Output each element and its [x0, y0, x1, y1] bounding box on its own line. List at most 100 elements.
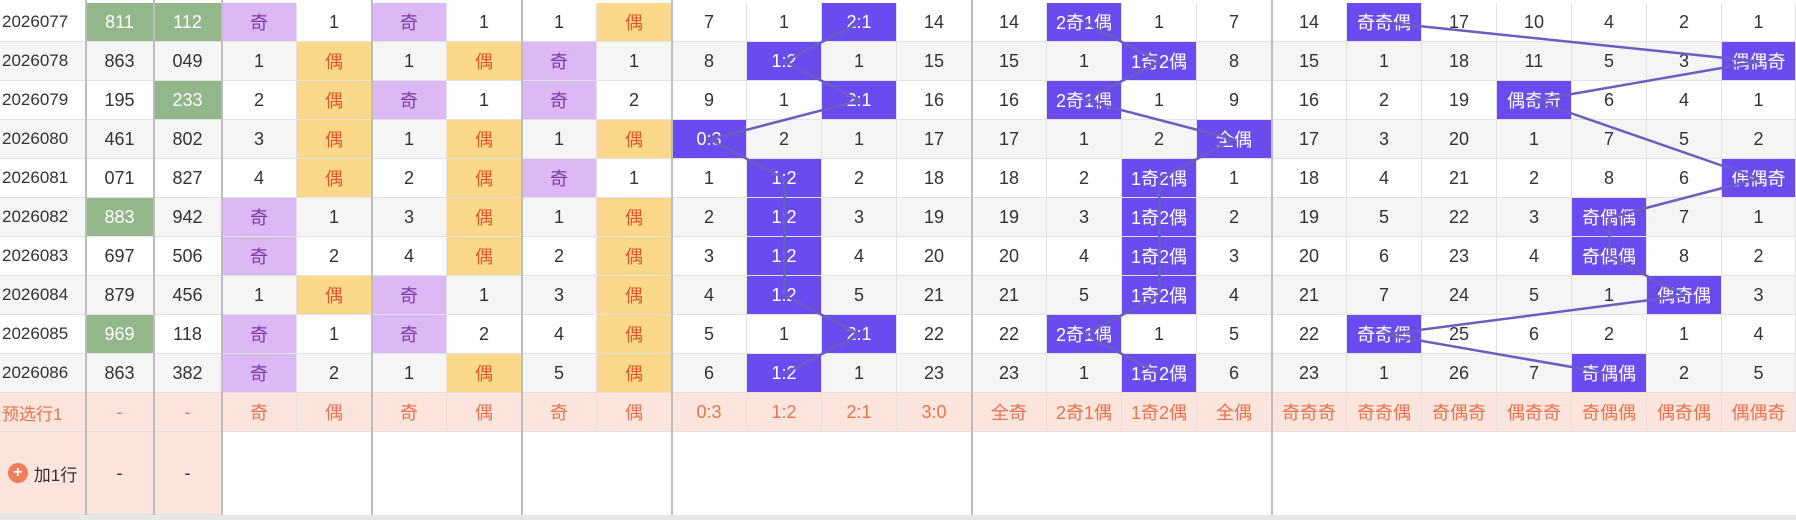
preselect-option[interactable]: 1:2	[747, 393, 822, 432]
hit-cell: 1:2	[747, 159, 822, 198]
parity-cell: 偶	[597, 237, 672, 276]
miss-count-cell: 4	[372, 237, 447, 276]
group-separator	[85, 0, 87, 515]
preselect-option[interactable]: 全奇	[972, 393, 1047, 432]
miss-count-cell: 2	[1572, 315, 1647, 354]
preselect-option[interactable]: 2奇1偶	[1047, 393, 1122, 432]
miss-count-cell: 3	[1347, 120, 1422, 159]
preselect-option[interactable]: 偶	[297, 393, 372, 432]
miss-count-cell: 7	[1647, 198, 1722, 237]
miss-count-cell: 3	[822, 198, 897, 237]
miss-count-cell: 19	[897, 198, 972, 237]
miss-count-cell: 11	[1497, 42, 1572, 81]
preselect-option[interactable]: 奇偶奇	[1422, 393, 1497, 432]
test-number-cell: 942	[154, 198, 222, 237]
miss-count-cell: 1	[1497, 120, 1572, 159]
parity-cell: 偶	[447, 159, 522, 198]
trend-table: 2026077 811 112 奇 1 奇 1 1 偶 7 1 2:1 14 14 2奇1偶 1 7 14 奇奇偶 1…	[0, 0, 1796, 520]
hit-cell: 偶奇偶	[1647, 276, 1722, 315]
miss-count-cell: 17	[1422, 3, 1497, 42]
period-cell: 2026085	[0, 315, 86, 354]
miss-count-cell: 2	[297, 237, 372, 276]
prize-number-cell: 879	[86, 276, 154, 315]
miss-count-cell: 3	[222, 120, 297, 159]
miss-count-cell: 2	[822, 159, 897, 198]
prize-number-cell: 461	[86, 120, 154, 159]
preselect-option[interactable]: 全偶	[1197, 393, 1272, 432]
miss-count-cell: 9	[672, 81, 747, 120]
group-separator	[371, 0, 373, 515]
parity-cell: 奇	[522, 42, 597, 81]
preselect-option[interactable]: 0:3	[672, 393, 747, 432]
miss-count-cell: 5	[822, 276, 897, 315]
miss-count-cell: 1	[1122, 315, 1197, 354]
parity-cell: 偶	[297, 159, 372, 198]
miss-count-cell: 22	[972, 315, 1047, 354]
miss-count-cell: 21	[897, 276, 972, 315]
miss-count-cell: 7	[1572, 120, 1647, 159]
miss-count-cell: 5	[522, 354, 597, 393]
preselect-option[interactable]: 偶偶奇	[1722, 393, 1796, 432]
preselect-option[interactable]: 奇奇奇	[1272, 393, 1347, 432]
miss-count-cell: 1	[522, 3, 597, 42]
miss-count-cell: 17	[972, 120, 1047, 159]
period-cell: 2026081	[0, 159, 86, 198]
preselect-option[interactable]: 偶奇奇	[1497, 393, 1572, 432]
miss-count-cell: 4	[1497, 237, 1572, 276]
preselect-option[interactable]: 偶	[597, 393, 672, 432]
miss-count-cell: 14	[1272, 3, 1347, 42]
miss-count-cell: 2	[747, 120, 822, 159]
miss-count-cell: 1	[1347, 42, 1422, 81]
miss-count-cell: 26	[1422, 354, 1497, 393]
period-cell: 2026078	[0, 42, 86, 81]
parity-cell: 奇	[372, 276, 447, 315]
miss-count-cell: 15	[1272, 42, 1347, 81]
miss-count-cell: 20	[897, 237, 972, 276]
group-separator	[153, 0, 155, 515]
preselect-option[interactable]: 奇奇偶	[1347, 393, 1422, 432]
preselect-option[interactable]: 奇	[522, 393, 597, 432]
preselect-option[interactable]: 奇	[372, 393, 447, 432]
preselect-option[interactable]: 奇偶偶	[1572, 393, 1647, 432]
add-row-blank-area	[222, 432, 1796, 516]
miss-count-cell: 21	[1272, 276, 1347, 315]
miss-count-cell: 1	[1047, 354, 1122, 393]
preselect-option[interactable]: 3:0	[897, 393, 972, 432]
miss-count-cell: 3	[372, 198, 447, 237]
miss-count-cell: 4	[1722, 315, 1796, 354]
miss-count-cell: 1	[1197, 159, 1272, 198]
hit-cell: 全偶	[1197, 120, 1272, 159]
preselect-option[interactable]: 奇	[222, 393, 297, 432]
preselect-option[interactable]: 1奇2偶	[1122, 393, 1197, 432]
miss-count-cell: 7	[1197, 3, 1272, 42]
hit-cell: 0:3	[672, 120, 747, 159]
miss-count-cell: 19	[972, 198, 1047, 237]
preselect-option[interactable]: 2:1	[822, 393, 897, 432]
add-row-cell[interactable]: + 加1行	[0, 432, 86, 515]
add-row-button[interactable]: + 加1行	[7, 461, 77, 486]
parity-cell: 奇	[222, 198, 297, 237]
parity-cell: 奇	[222, 315, 297, 354]
test-number-cell: 382	[154, 354, 222, 393]
hit-cell: 偶奇奇	[1497, 81, 1572, 120]
hit-cell: 偶偶奇	[1722, 159, 1796, 198]
miss-count-cell: 21	[972, 276, 1047, 315]
prize-number-cell: 863	[86, 354, 154, 393]
preselect-option[interactable]: 偶	[447, 393, 522, 432]
miss-count-cell: 1	[1572, 276, 1647, 315]
group-separator	[971, 0, 973, 515]
miss-count-cell: 1	[447, 276, 522, 315]
miss-count-cell: 14	[897, 3, 972, 42]
miss-count-cell: 4	[222, 159, 297, 198]
miss-count-cell: 2	[1347, 81, 1422, 120]
miss-count-cell: 1	[372, 42, 447, 81]
hit-cell: 1:2	[747, 354, 822, 393]
preselect-option[interactable]: 偶奇偶	[1647, 393, 1722, 432]
miss-count-cell: 1	[1347, 354, 1422, 393]
miss-count-cell: 6	[1197, 354, 1272, 393]
parity-cell: 奇	[222, 354, 297, 393]
test-number-cell: 456	[154, 276, 222, 315]
miss-count-cell: 6	[1572, 81, 1647, 120]
preselect-dash: -	[154, 393, 222, 432]
miss-count-cell: 1	[597, 42, 672, 81]
